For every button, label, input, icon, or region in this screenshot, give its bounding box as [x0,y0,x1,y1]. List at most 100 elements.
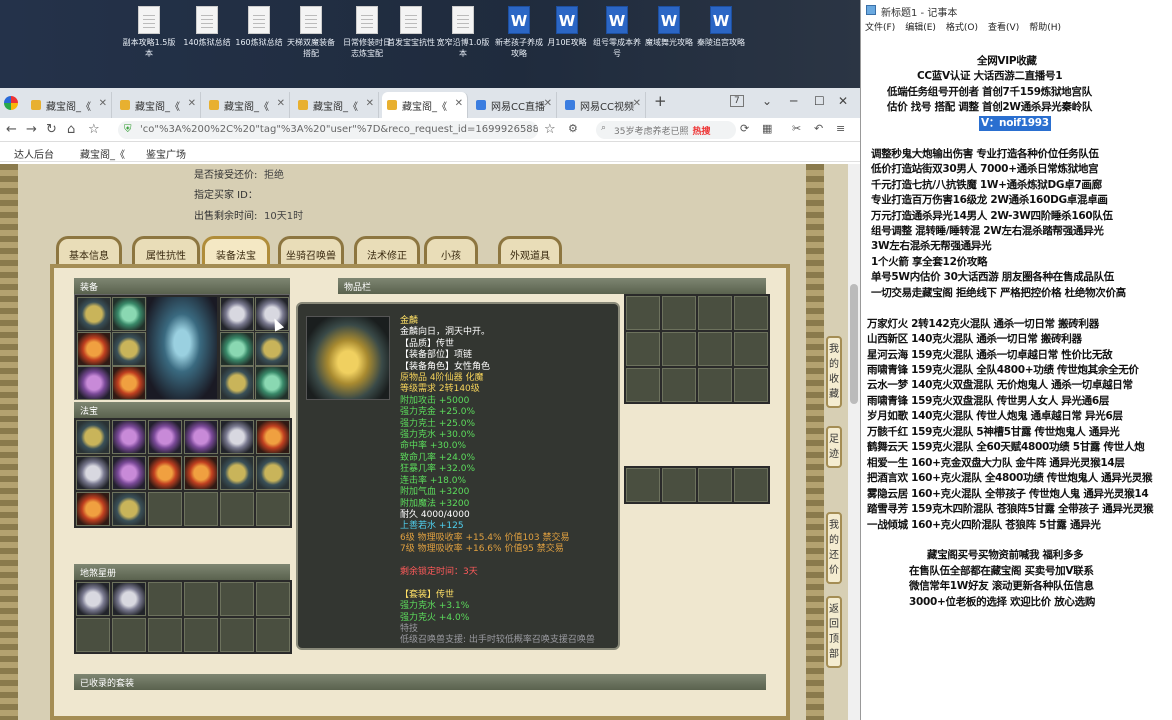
browser-tab[interactable]: 藏宝阁_《 ✕ [382,92,468,118]
desktop-icon-word[interactable]: W 秦陵追宫攻略 [694,6,748,48]
desktop-icon-word[interactable]: W 组号零成本养号 [590,6,644,59]
item-slot[interactable] [220,492,254,526]
desktop-icon-doc[interactable]: 副本攻略1.5版本 [122,6,176,59]
item-slot[interactable] [734,468,768,502]
home-icon[interactable]: ⌂ [67,122,75,137]
item-slot[interactable] [698,468,732,502]
desktop-icon-doc[interactable]: 140炼狱总结 [180,6,234,48]
float-button[interactable]: 足迹 [826,426,842,468]
item-slot[interactable] [148,420,182,454]
item-slot[interactable] [662,296,696,330]
equip-slot[interactable] [77,366,111,400]
item-slot[interactable] [734,296,768,330]
item-slot[interactable] [76,618,110,652]
notepad-menu-item[interactable]: 帮助(H) [1029,23,1061,33]
page-scrollbar[interactable] [848,164,860,720]
bookmark-item[interactable]: 达人后台 [14,146,54,161]
forward-icon[interactable]: → [26,122,37,137]
notepad-menu-item[interactable]: 格式(O) [946,23,978,33]
close-tab-icon[interactable]: ✕ [455,98,463,109]
item-slot[interactable] [112,582,146,616]
item-slot[interactable] [698,332,732,366]
notepad-menu-item[interactable]: 查看(V) [988,23,1019,33]
page-tab[interactable]: 小孩 [424,236,478,264]
desktop-icon-doc[interactable]: 首发宝宝抗性 [384,6,438,48]
equip-slot[interactable] [112,297,146,331]
close-tab-icon[interactable]: ✕ [188,98,196,109]
item-slot[interactable] [184,582,218,616]
page-tab[interactable]: 法术修正 [354,236,420,264]
grid-apps-icon[interactable]: ▦ [762,122,772,135]
item-slot[interactable] [256,456,290,490]
undo-icon[interactable]: ↶ [814,122,823,135]
star-bookmark-icon[interactable]: ☆ [88,122,100,137]
favorite-star-icon[interactable]: ☆ [544,122,556,137]
minimize-icon[interactable]: ─ [790,94,797,108]
close-window-icon[interactable]: ✕ [838,94,848,108]
equip-slot[interactable] [220,332,254,366]
item-slot[interactable] [184,420,218,454]
desktop-icon-word[interactable]: W 魔域舞光攻略 [642,6,696,48]
close-tab-icon[interactable]: ✕ [544,98,552,109]
item-slot[interactable] [698,296,732,330]
close-tab-icon[interactable]: ✕ [99,98,107,109]
equip-slot[interactable] [220,297,254,331]
browser-logo-icon[interactable] [4,96,18,110]
item-slot[interactable] [112,618,146,652]
scissors-icon[interactable]: ✂ [792,122,801,135]
item-slot[interactable] [626,368,660,402]
float-button[interactable]: 我的收藏 [826,336,842,408]
item-slot[interactable] [220,456,254,490]
equip-slot[interactable] [255,366,289,400]
extension-icon[interactable]: ⚙ [568,122,578,135]
maximize-icon[interactable]: ☐ [814,94,825,108]
item-slot[interactable] [148,582,182,616]
item-slot[interactable] [112,456,146,490]
desktop-icon-doc[interactable]: 天梯双魔装备搭配 [284,6,338,59]
equip-slot[interactable] [220,366,254,400]
browser-tab[interactable]: 藏宝阁_《 ✕ [204,92,290,118]
browser-tab[interactable]: 藏宝阁_《 ✕ [293,92,379,118]
back-icon[interactable]: ← [6,122,17,137]
bookmark-item[interactable]: 鉴宝广场 [146,146,186,161]
page-tab[interactable]: 基本信息 [56,236,122,264]
item-slot[interactable] [256,582,290,616]
bookmark-item[interactable]: 藏宝阁_《 [80,146,125,161]
float-button[interactable]: 我的还价 [826,512,842,584]
item-slot[interactable] [734,368,768,402]
browser-tab[interactable]: 藏宝阁_《 ✕ [115,92,201,118]
item-slot[interactable] [256,420,290,454]
scrollbar-thumb[interactable] [850,284,858,404]
new-tab-button[interactable]: + [654,92,667,110]
equip-slot[interactable] [77,297,111,331]
item-slot[interactable] [184,456,218,490]
item-slot[interactable] [184,618,218,652]
item-slot[interactable] [220,582,254,616]
item-slot[interactable] [626,332,660,366]
menu-icon[interactable]: ≡ [836,122,845,135]
item-slot[interactable] [734,332,768,366]
page-tab[interactable]: 属性抗性 [132,236,200,264]
item-slot[interactable] [626,296,660,330]
url-field[interactable]: ⛨ 'co"%3A%200%2C%20"tag"%3A%20"user"%7D&r… [118,121,538,139]
equip-slot[interactable] [255,332,289,366]
item-slot[interactable] [148,492,182,526]
page-tab[interactable]: 外观道具 [498,236,562,264]
browser-tab[interactable]: 网易CC视频 ✕ [560,92,646,118]
equip-slot[interactable] [112,332,146,366]
item-slot[interactable] [662,468,696,502]
browser-tab[interactable]: 网易CC直播 ✕ [471,92,557,118]
item-slot[interactable] [148,618,182,652]
equip-slot[interactable] [77,332,111,366]
item-slot[interactable] [76,492,110,526]
item-slot[interactable] [184,492,218,526]
notepad-menu-item[interactable]: 文件(F) [865,23,895,33]
desktop-icon-doc[interactable]: 宽窄沿博1.0版本 [436,6,490,59]
browser-tab[interactable]: 藏宝阁_《 ✕ [26,92,112,118]
item-slot[interactable] [112,492,146,526]
restore-down-icon[interactable]: ⌄ [762,94,772,108]
item-slot[interactable] [76,420,110,454]
item-slot[interactable] [626,468,660,502]
item-slot[interactable] [76,582,110,616]
desktop-icon-doc[interactable]: 160炼狱总结 [232,6,286,48]
